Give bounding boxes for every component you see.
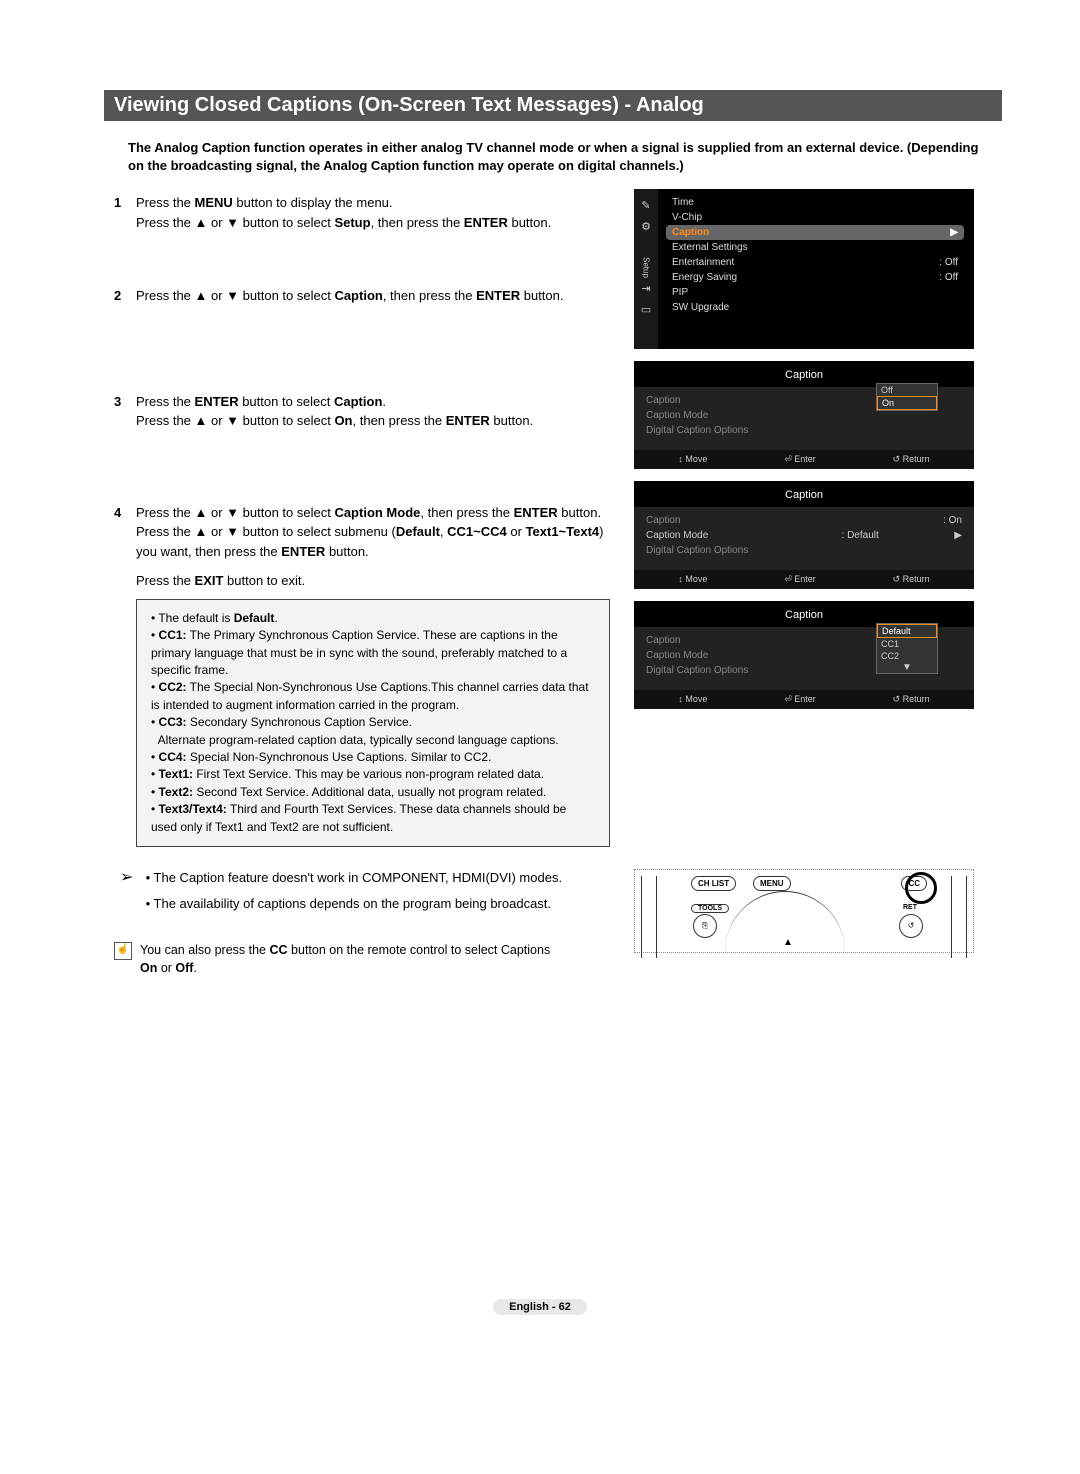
osd-item: Caption Mode: Default▶ (642, 528, 966, 543)
move-hint: ↕ Move (678, 694, 707, 705)
gear-icon: ⚙ (641, 220, 651, 233)
osd-row: SW Upgrade (666, 300, 964, 315)
osd-caption-mode-popup: Caption CaptionCaption ModeDigital Capti… (634, 601, 974, 709)
popup-option: On (877, 396, 937, 410)
popup-option: Default (877, 624, 937, 638)
intro-text: The Analog Caption function operates in … (128, 139, 990, 175)
section-header: Viewing Closed Captions (On-Screen Text … (90, 90, 990, 121)
osd-row: External Settings (666, 240, 964, 255)
menu-button: MENU (753, 876, 791, 891)
page-footer: English - 62 (90, 1297, 990, 1313)
move-hint: ↕ Move (678, 454, 707, 465)
osd-row: Time (666, 195, 964, 210)
osd-title: Caption (634, 487, 974, 507)
remote-icon: ☝ (114, 942, 132, 960)
osd-item: Digital Caption Options (642, 543, 966, 558)
step-1: 1 Press the MENU button to display the m… (114, 193, 610, 232)
return-hint: ↺ Return (893, 454, 930, 465)
brush-icon: ✎ (641, 199, 650, 212)
osd-setup-rows: TimeV-ChipCaption▶External SettingsEnter… (658, 189, 974, 349)
enter-hint: ⏎ Enter (784, 694, 816, 705)
osd-footer: ↕ Move ⏎ Enter ↺ Return (634, 570, 974, 589)
remote-tip: ☝ You can also press the CC button on th… (114, 942, 610, 977)
cc-highlight-circle (905, 872, 937, 904)
osd-sidebar: ✎ ⚙ Setup ⇥ ▭ (634, 189, 658, 349)
ret-label: RET (897, 904, 923, 911)
tv-icon: ▭ (641, 303, 651, 316)
osd-popup: OffOn (876, 383, 938, 411)
chevron-down-icon: ▼ (877, 662, 937, 673)
osd-column: ✎ ⚙ Setup ⇥ ▭ TimeV-ChipCaption▶External… (634, 189, 974, 977)
osd-row: Energy Saving: Off (666, 270, 964, 285)
osd-item: Digital Caption Options (642, 423, 966, 438)
step-body: Press the MENU button to display the men… (136, 193, 610, 232)
step-number: 3 (114, 392, 136, 431)
caption-modes-box: • The default is Default. • CC1: The Pri… (136, 599, 610, 847)
osd-row: PIP (666, 285, 964, 300)
up-arrow-icon: ▲ (783, 937, 793, 948)
popup-option: CC2 (877, 650, 937, 662)
remote-edge (951, 876, 967, 958)
osd-item: Caption: On (642, 513, 966, 528)
dpad-arc (725, 891, 845, 1012)
osd-body: Caption: OnCaption Mode: Default▶Digital… (634, 507, 974, 570)
step-2: 2 Press the ▲ or ▼ button to select Capt… (114, 286, 610, 306)
tools-label: TOOLS (691, 904, 729, 913)
input-icon: ⇥ (641, 282, 650, 295)
osd-row: V-Chip (666, 210, 964, 225)
instructions-column: 1 Press the MENU button to display the m… (90, 189, 610, 977)
page-title: Viewing Closed Captions (On-Screen Text … (104, 90, 1002, 121)
enter-hint: ⏎ Enter (784, 574, 816, 585)
return-hint: ↺ Return (893, 574, 930, 585)
popup-option: Off (877, 384, 937, 396)
osd-footer: ↕ Move ⏎ Enter ↺ Return (634, 450, 974, 469)
step-3: 3 Press the ENTER button to select Capti… (114, 392, 610, 431)
tools-icon-button: ⎘ (693, 914, 717, 938)
step-number: 4 (114, 503, 136, 591)
return-icon-button: ↺ (899, 914, 923, 938)
osd-row: Entertainment: Off (666, 255, 964, 270)
arrow-notes: ➢ • The Caption feature doesn't work in … (120, 865, 610, 916)
sidebar-label: Setup (642, 257, 651, 278)
step-4: 4 Press the ▲ or ▼ button to select Capt… (114, 503, 610, 591)
step-number: 1 (114, 193, 136, 232)
enter-hint: ⏎ Enter (784, 454, 816, 465)
osd-caption-onoff: Caption CaptionCaption ModeDigital Capti… (634, 361, 974, 469)
osd-footer: ↕ Move ⏎ Enter ↺ Return (634, 690, 974, 709)
osd-caption-mode: Caption Caption: OnCaption Mode: Default… (634, 481, 974, 589)
move-hint: ↕ Move (678, 574, 707, 585)
osd-row: Caption▶ (666, 225, 964, 240)
chlist-button: CH LIST (691, 876, 736, 891)
return-hint: ↺ Return (893, 694, 930, 705)
osd-setup-menu: ✎ ⚙ Setup ⇥ ▭ TimeV-ChipCaption▶External… (634, 189, 974, 349)
page-number: English - 62 (493, 1299, 587, 1315)
arrow-icon: ➢ (120, 865, 142, 891)
remote-diagram: CH LIST MENU CC TOOLS RET ⎘ ↺ ▲ (634, 869, 974, 953)
osd-popup: DefaultCC1CC2▼ (876, 623, 938, 674)
popup-option: CC1 (877, 638, 937, 650)
step-body: Press the ▲ or ▼ button to select Captio… (136, 286, 610, 306)
step-body: Press the ▲ or ▼ button to select Captio… (136, 503, 610, 591)
remote-edge (641, 876, 657, 958)
step-body: Press the ENTER button to select Caption… (136, 392, 610, 431)
step-number: 2 (114, 286, 136, 306)
